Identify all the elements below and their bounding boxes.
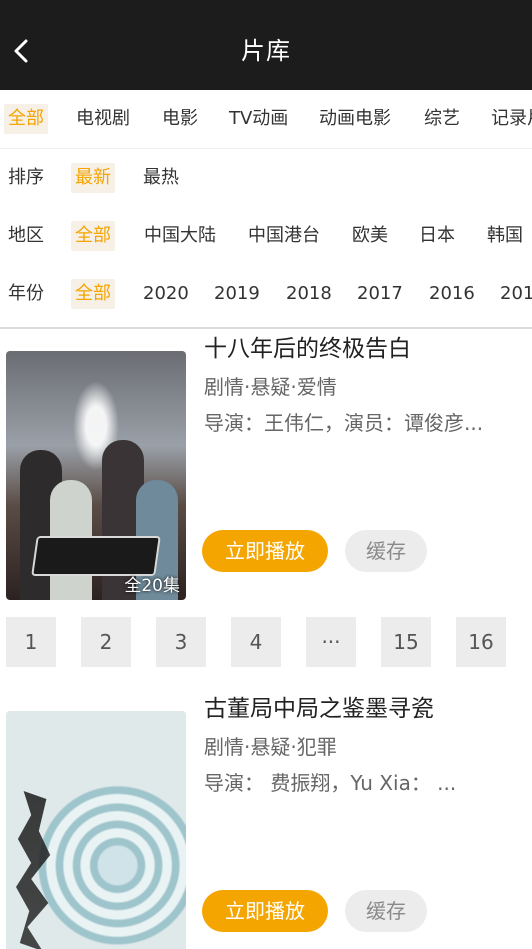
video-card[interactable]: 古董局中局之鉴墨寻瓷 剧情·悬疑·犯罪 导演： 费振翔，Yu Xia： ... … (0, 689, 532, 949)
play-now-button[interactable]: 立即播放 (202, 530, 328, 572)
video-card[interactable]: 全20集 十八年后的终极告白 剧情·悬疑·爱情 导演：王伟仁，演员：谭俊彦...… (0, 329, 532, 600)
page-button-3[interactable]: 3 (156, 617, 206, 667)
video-crew: 导演：王伟仁，演员：谭俊彦... (204, 411, 484, 435)
sort-filter-row: 排序 最新 最热 (0, 149, 532, 207)
year-option-2019[interactable]: 2019 (210, 279, 264, 309)
page-button-4[interactable]: 4 (231, 617, 281, 667)
video-title[interactable]: 古董局中局之鉴墨寻瓷 (204, 689, 434, 723)
year-option-2016[interactable]: 2016 (425, 279, 479, 309)
type-option-documentary[interactable]: 记录片 (487, 104, 532, 134)
video-genre: 剧情·悬疑·爱情 (204, 375, 337, 399)
region-option-korea[interactable]: 韩国 (483, 221, 527, 251)
region-option-japan[interactable]: 日本 (415, 221, 459, 251)
region-option-western[interactable]: 欧美 (348, 221, 392, 251)
page-button-16[interactable]: 16 (456, 617, 506, 667)
video-title[interactable]: 十八年后的终极告白 (204, 329, 411, 363)
video-poster[interactable]: 全20集 (6, 351, 186, 600)
video-crew: 导演： 费振翔，Yu Xia： ... (204, 771, 457, 795)
region-option-mainland[interactable]: 中国大陆 (140, 221, 220, 251)
poster-calligraphy (16, 791, 51, 949)
year-option-2018[interactable]: 2018 (282, 279, 336, 309)
cache-button[interactable]: 缓存 (345, 530, 427, 572)
page-title: 片库 (241, 36, 291, 65)
page-button-15[interactable]: 15 (381, 617, 431, 667)
page-button-2[interactable]: 2 (81, 617, 131, 667)
region-option-all[interactable]: 全部 (71, 221, 115, 251)
region-option-hk-tw[interactable]: 中国港台 (244, 221, 324, 251)
year-filter-row: 年份 全部 2020 2019 2018 2017 2016 2015 (0, 265, 532, 323)
play-now-button[interactable]: 立即播放 (202, 890, 328, 932)
sort-option-latest[interactable]: 最新 (71, 163, 115, 193)
type-option-movie[interactable]: 电影 (158, 104, 202, 134)
year-option-2017[interactable]: 2017 (353, 279, 407, 309)
status-bar (0, 0, 532, 18)
type-option-tv-anime[interactable]: TV动画 (225, 104, 292, 134)
year-option-all[interactable]: 全部 (71, 279, 115, 309)
type-option-tv[interactable]: 电视剧 (72, 104, 134, 134)
type-option-anime-movie[interactable]: 动画电影 (315, 104, 395, 134)
video-genre: 剧情·悬疑·犯罪 (204, 735, 337, 759)
type-filter-row: 全部 电视剧 电影 TV动画 动画电影 综艺 记录片 (0, 90, 532, 149)
type-option-all[interactable]: 全部 (4, 104, 48, 134)
year-label: 年份 (8, 283, 44, 304)
page-ellipsis[interactable]: ··· (306, 617, 356, 667)
region-label: 地区 (8, 225, 44, 246)
sort-option-hottest[interactable]: 最热 (139, 163, 183, 193)
sort-label: 排序 (8, 167, 44, 188)
cache-button[interactable]: 缓存 (345, 890, 427, 932)
year-option-2020[interactable]: 2020 (139, 279, 193, 309)
type-option-variety[interactable]: 综艺 (420, 104, 464, 134)
app-header: 片库 (0, 18, 532, 90)
year-option-2015[interactable]: 2015 (496, 279, 532, 309)
chevron-left-icon (14, 39, 28, 63)
back-button[interactable] (6, 36, 36, 66)
region-filter-row: 地区 全部 中国大陆 中国港台 欧美 日本 韩国 (0, 207, 532, 265)
poster-logo (31, 536, 161, 576)
page-button-1[interactable]: 1 (6, 617, 56, 667)
screen: 片库 全部 电视剧 电影 TV动画 动画电影 综艺 记录片 排序 最新 最热 地… (0, 0, 532, 949)
video-poster[interactable] (6, 711, 186, 949)
